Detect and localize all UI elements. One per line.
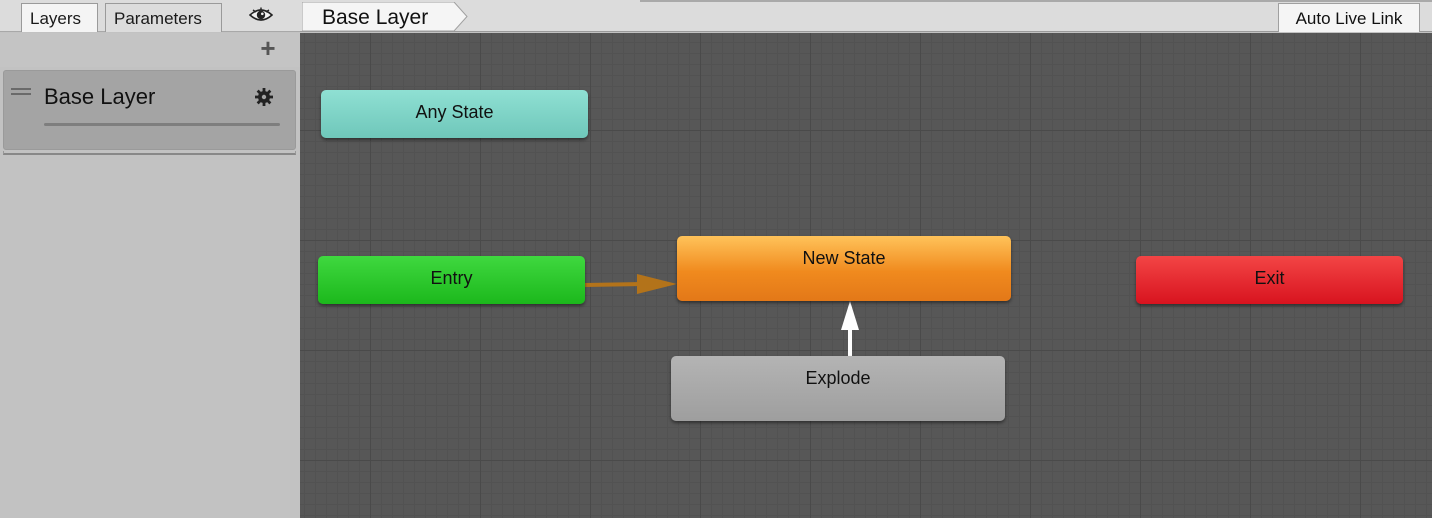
layer-weight-bar — [44, 123, 280, 126]
state-explode[interactable]: Explode — [671, 356, 1005, 421]
plus-icon[interactable]: + — [256, 35, 280, 61]
layers-panel: Layers Parameters + Base Layer — [0, 0, 300, 518]
state-new-state[interactable]: New State — [677, 236, 1011, 301]
panel-tab-bar: Layers Parameters — [0, 0, 300, 32]
drag-handle-icon[interactable] — [11, 88, 31, 95]
state-any-state[interactable]: Any State — [321, 90, 588, 138]
layer-name: Base Layer — [44, 84, 156, 109]
breadcrumb-item-base-layer[interactable]: Base Layer — [322, 6, 428, 30]
graph-toolbar: Base Layer Auto Live Link — [300, 0, 1432, 32]
eye-icon[interactable] — [247, 3, 275, 27]
breadcrumb[interactable]: Base Layer — [302, 2, 468, 31]
tab-layers[interactable]: Layers — [21, 3, 98, 32]
state-entry[interactable]: Entry — [318, 256, 585, 304]
state-exit[interactable]: Exit — [1136, 256, 1403, 304]
layers-toolbar: + — [0, 33, 300, 67]
auto-live-link-button[interactable]: Auto Live Link — [1278, 3, 1420, 32]
gear-icon[interactable] — [254, 87, 274, 107]
tab-parameters[interactable]: Parameters — [105, 3, 222, 32]
header-divider — [640, 0, 1432, 2]
layer-list-footer — [3, 151, 296, 155]
layer-item-base-layer[interactable]: Base Layer — [3, 70, 296, 150]
